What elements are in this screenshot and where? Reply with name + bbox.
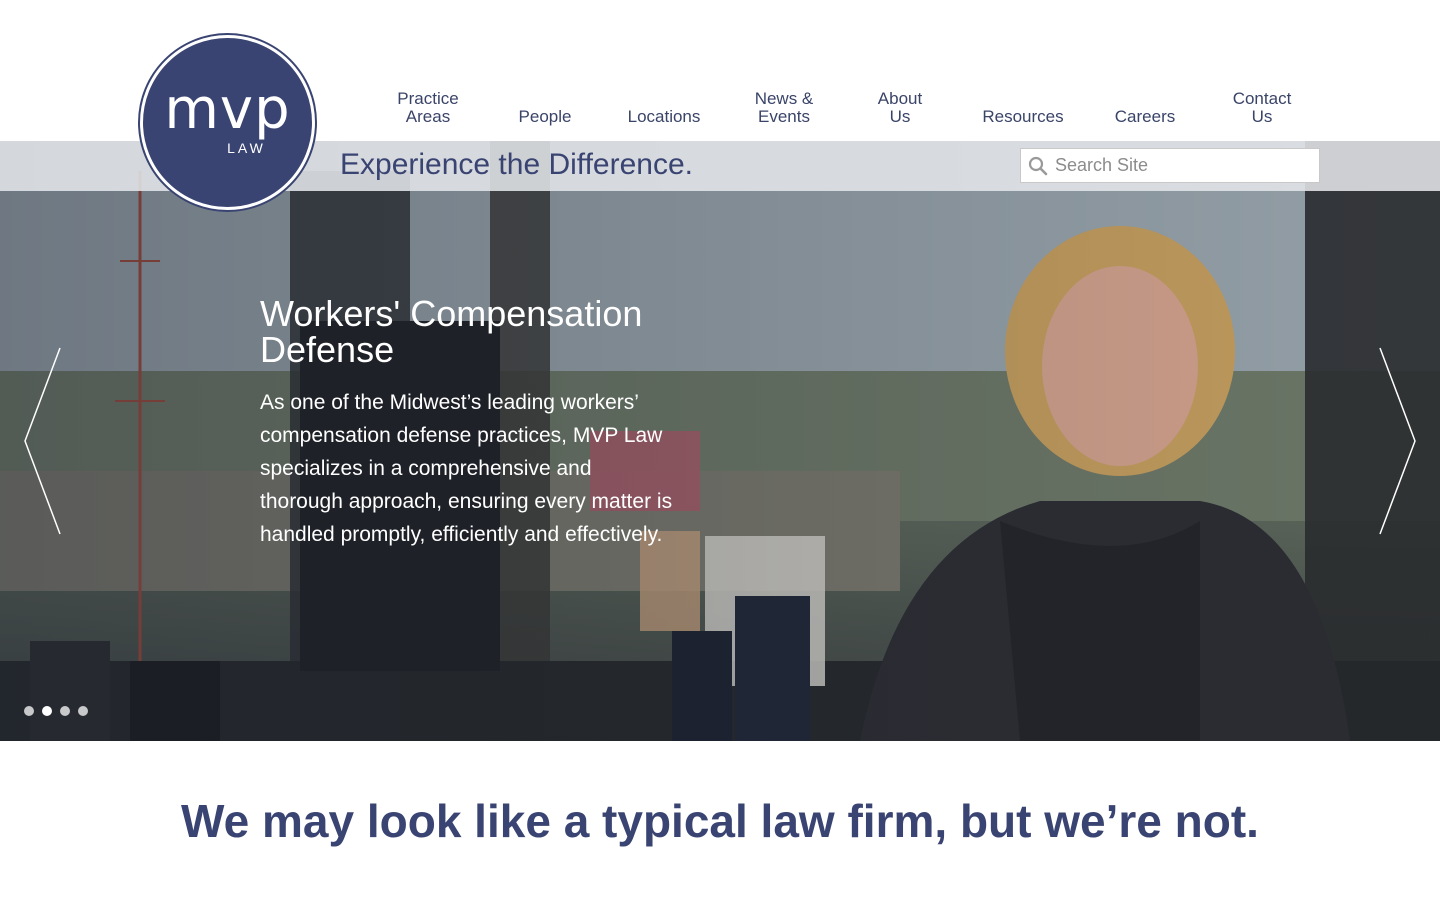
nav-locations[interactable]: Locations bbox=[614, 108, 714, 126]
logo-mark: mvp bbox=[164, 76, 291, 142]
nav-about-us[interactable]: About Us bbox=[860, 90, 940, 126]
search-box[interactable] bbox=[1020, 148, 1320, 183]
main-nav: Practice Areas People Locations News & E… bbox=[370, 88, 1320, 132]
slider-dot-3[interactable] bbox=[60, 706, 70, 716]
hero-slider: Workers' Compensation Defense As one of … bbox=[0, 141, 1440, 741]
hero-title: Workers' Compensation Defense bbox=[260, 293, 643, 370]
search-icon[interactable] bbox=[1021, 149, 1055, 182]
tagline: Experience the Difference. bbox=[340, 148, 693, 181]
search-input[interactable] bbox=[1055, 150, 1305, 181]
slider-dots bbox=[24, 706, 88, 716]
chevron-left-icon[interactable] bbox=[22, 346, 62, 536]
chevron-right-icon[interactable] bbox=[1378, 346, 1418, 536]
intro-heading: We may look like a typical law firm, but… bbox=[181, 795, 1259, 847]
nav-news-events[interactable]: News & Events bbox=[734, 90, 834, 126]
slider-dot-1[interactable] bbox=[24, 706, 34, 716]
nav-resources[interactable]: Resources bbox=[968, 108, 1078, 126]
logo-sub: LAW bbox=[227, 139, 266, 156]
mvp-law-logo[interactable]: mvp LAW bbox=[140, 35, 315, 210]
nav-practice-areas[interactable]: Practice Areas bbox=[378, 90, 478, 126]
slider-dot-4[interactable] bbox=[78, 706, 88, 716]
hero-overlay bbox=[0, 141, 1440, 741]
nav-careers[interactable]: Careers bbox=[1100, 108, 1190, 126]
slider-dot-2[interactable] bbox=[42, 706, 52, 716]
nav-people[interactable]: People bbox=[500, 108, 590, 126]
nav-contact-us[interactable]: Contact Us bbox=[1212, 90, 1312, 126]
hero-text: As one of the Midwest’s leading workers’… bbox=[260, 391, 673, 546]
